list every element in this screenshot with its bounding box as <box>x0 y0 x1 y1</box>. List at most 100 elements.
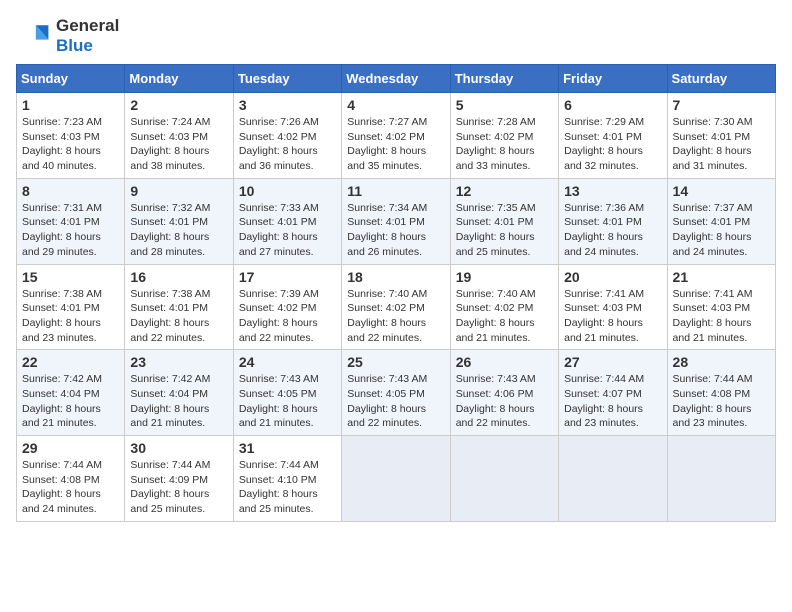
calendar-cell: 19 Sunrise: 7:40 AMSunset: 4:02 PMDaylig… <box>450 264 558 350</box>
calendar-cell <box>667 436 775 522</box>
logo-text: General Blue <box>56 16 119 56</box>
weekday-header-tuesday: Tuesday <box>233 65 341 93</box>
week-row-5: 29 Sunrise: 7:44 AMSunset: 4:08 PMDaylig… <box>17 436 776 522</box>
day-number: 9 <box>130 183 227 199</box>
day-info: Sunrise: 7:43 AMSunset: 4:06 PMDaylight:… <box>456 373 536 429</box>
calendar-cell: 31 Sunrise: 7:44 AMSunset: 4:10 PMDaylig… <box>233 436 341 522</box>
day-info: Sunrise: 7:24 AMSunset: 4:03 PMDaylight:… <box>130 116 210 172</box>
calendar-cell: 23 Sunrise: 7:42 AMSunset: 4:04 PMDaylig… <box>125 350 233 436</box>
weekday-header-monday: Monday <box>125 65 233 93</box>
calendar-table: SundayMondayTuesdayWednesdayThursdayFrid… <box>16 64 776 522</box>
calendar-cell: 12 Sunrise: 7:35 AMSunset: 4:01 PMDaylig… <box>450 178 558 264</box>
day-number: 17 <box>239 269 336 285</box>
day-info: Sunrise: 7:39 AMSunset: 4:02 PMDaylight:… <box>239 288 319 344</box>
day-info: Sunrise: 7:42 AMSunset: 4:04 PMDaylight:… <box>130 373 210 429</box>
calendar-cell: 6 Sunrise: 7:29 AMSunset: 4:01 PMDayligh… <box>559 93 667 179</box>
weekday-header-saturday: Saturday <box>667 65 775 93</box>
calendar-cell: 2 Sunrise: 7:24 AMSunset: 4:03 PMDayligh… <box>125 93 233 179</box>
day-info: Sunrise: 7:28 AMSunset: 4:02 PMDaylight:… <box>456 116 536 172</box>
calendar-cell: 24 Sunrise: 7:43 AMSunset: 4:05 PMDaylig… <box>233 350 341 436</box>
calendar-cell: 9 Sunrise: 7:32 AMSunset: 4:01 PMDayligh… <box>125 178 233 264</box>
day-info: Sunrise: 7:29 AMSunset: 4:01 PMDaylight:… <box>564 116 644 172</box>
weekday-header-row: SundayMondayTuesdayWednesdayThursdayFrid… <box>17 65 776 93</box>
day-info: Sunrise: 7:38 AMSunset: 4:01 PMDaylight:… <box>22 288 102 344</box>
day-number: 14 <box>673 183 770 199</box>
header: General Blue <box>16 16 776 56</box>
page-container: General Blue SundayMondayTuesdayWednesda… <box>16 16 776 522</box>
day-number: 6 <box>564 97 661 113</box>
weekday-header-friday: Friday <box>559 65 667 93</box>
calendar-cell: 10 Sunrise: 7:33 AMSunset: 4:01 PMDaylig… <box>233 178 341 264</box>
day-info: Sunrise: 7:44 AMSunset: 4:10 PMDaylight:… <box>239 459 319 515</box>
day-number: 5 <box>456 97 553 113</box>
calendar-cell: 14 Sunrise: 7:37 AMSunset: 4:01 PMDaylig… <box>667 178 775 264</box>
day-number: 15 <box>22 269 119 285</box>
weekday-header-sunday: Sunday <box>17 65 125 93</box>
day-info: Sunrise: 7:43 AMSunset: 4:05 PMDaylight:… <box>347 373 427 429</box>
day-number: 2 <box>130 97 227 113</box>
day-number: 18 <box>347 269 444 285</box>
day-number: 27 <box>564 354 661 370</box>
calendar-cell: 16 Sunrise: 7:38 AMSunset: 4:01 PMDaylig… <box>125 264 233 350</box>
day-number: 10 <box>239 183 336 199</box>
day-info: Sunrise: 7:33 AMSunset: 4:01 PMDaylight:… <box>239 202 319 258</box>
calendar-cell <box>342 436 450 522</box>
day-number: 25 <box>347 354 444 370</box>
day-info: Sunrise: 7:34 AMSunset: 4:01 PMDaylight:… <box>347 202 427 258</box>
day-info: Sunrise: 7:40 AMSunset: 4:02 PMDaylight:… <box>456 288 536 344</box>
calendar-cell: 30 Sunrise: 7:44 AMSunset: 4:09 PMDaylig… <box>125 436 233 522</box>
day-info: Sunrise: 7:44 AMSunset: 4:07 PMDaylight:… <box>564 373 644 429</box>
day-number: 21 <box>673 269 770 285</box>
day-number: 12 <box>456 183 553 199</box>
calendar-cell: 8 Sunrise: 7:31 AMSunset: 4:01 PMDayligh… <box>17 178 125 264</box>
day-number: 3 <box>239 97 336 113</box>
calendar-cell: 26 Sunrise: 7:43 AMSunset: 4:06 PMDaylig… <box>450 350 558 436</box>
day-number: 22 <box>22 354 119 370</box>
calendar-cell: 21 Sunrise: 7:41 AMSunset: 4:03 PMDaylig… <box>667 264 775 350</box>
week-row-3: 15 Sunrise: 7:38 AMSunset: 4:01 PMDaylig… <box>17 264 776 350</box>
calendar-cell: 18 Sunrise: 7:40 AMSunset: 4:02 PMDaylig… <box>342 264 450 350</box>
day-number: 11 <box>347 183 444 199</box>
day-number: 13 <box>564 183 661 199</box>
day-number: 26 <box>456 354 553 370</box>
calendar-cell: 1 Sunrise: 7:23 AMSunset: 4:03 PMDayligh… <box>17 93 125 179</box>
day-info: Sunrise: 7:38 AMSunset: 4:01 PMDaylight:… <box>130 288 210 344</box>
day-info: Sunrise: 7:36 AMSunset: 4:01 PMDaylight:… <box>564 202 644 258</box>
calendar-cell: 13 Sunrise: 7:36 AMSunset: 4:01 PMDaylig… <box>559 178 667 264</box>
day-number: 7 <box>673 97 770 113</box>
day-number: 20 <box>564 269 661 285</box>
logo-area: General Blue <box>16 16 119 56</box>
calendar-cell: 17 Sunrise: 7:39 AMSunset: 4:02 PMDaylig… <box>233 264 341 350</box>
day-number: 31 <box>239 440 336 456</box>
day-info: Sunrise: 7:23 AMSunset: 4:03 PMDaylight:… <box>22 116 102 172</box>
day-info: Sunrise: 7:43 AMSunset: 4:05 PMDaylight:… <box>239 373 319 429</box>
calendar-cell: 29 Sunrise: 7:44 AMSunset: 4:08 PMDaylig… <box>17 436 125 522</box>
day-info: Sunrise: 7:31 AMSunset: 4:01 PMDaylight:… <box>22 202 102 258</box>
calendar-cell: 28 Sunrise: 7:44 AMSunset: 4:08 PMDaylig… <box>667 350 775 436</box>
logo-icon <box>16 18 52 54</box>
calendar-cell: 20 Sunrise: 7:41 AMSunset: 4:03 PMDaylig… <box>559 264 667 350</box>
day-info: Sunrise: 7:44 AMSunset: 4:08 PMDaylight:… <box>22 459 102 515</box>
calendar-cell <box>559 436 667 522</box>
week-row-1: 1 Sunrise: 7:23 AMSunset: 4:03 PMDayligh… <box>17 93 776 179</box>
day-info: Sunrise: 7:44 AMSunset: 4:08 PMDaylight:… <box>673 373 753 429</box>
day-info: Sunrise: 7:44 AMSunset: 4:09 PMDaylight:… <box>130 459 210 515</box>
calendar-cell: 4 Sunrise: 7:27 AMSunset: 4:02 PMDayligh… <box>342 93 450 179</box>
day-info: Sunrise: 7:35 AMSunset: 4:01 PMDaylight:… <box>456 202 536 258</box>
calendar-cell: 7 Sunrise: 7:30 AMSunset: 4:01 PMDayligh… <box>667 93 775 179</box>
day-number: 19 <box>456 269 553 285</box>
day-info: Sunrise: 7:41 AMSunset: 4:03 PMDaylight:… <box>564 288 644 344</box>
day-info: Sunrise: 7:26 AMSunset: 4:02 PMDaylight:… <box>239 116 319 172</box>
day-info: Sunrise: 7:37 AMSunset: 4:01 PMDaylight:… <box>673 202 753 258</box>
week-row-2: 8 Sunrise: 7:31 AMSunset: 4:01 PMDayligh… <box>17 178 776 264</box>
weekday-header-thursday: Thursday <box>450 65 558 93</box>
calendar-cell: 11 Sunrise: 7:34 AMSunset: 4:01 PMDaylig… <box>342 178 450 264</box>
calendar-cell <box>450 436 558 522</box>
day-number: 24 <box>239 354 336 370</box>
weekday-header-wednesday: Wednesday <box>342 65 450 93</box>
day-number: 8 <box>22 183 119 199</box>
day-info: Sunrise: 7:40 AMSunset: 4:02 PMDaylight:… <box>347 288 427 344</box>
day-number: 4 <box>347 97 444 113</box>
day-info: Sunrise: 7:41 AMSunset: 4:03 PMDaylight:… <box>673 288 753 344</box>
day-info: Sunrise: 7:32 AMSunset: 4:01 PMDaylight:… <box>130 202 210 258</box>
